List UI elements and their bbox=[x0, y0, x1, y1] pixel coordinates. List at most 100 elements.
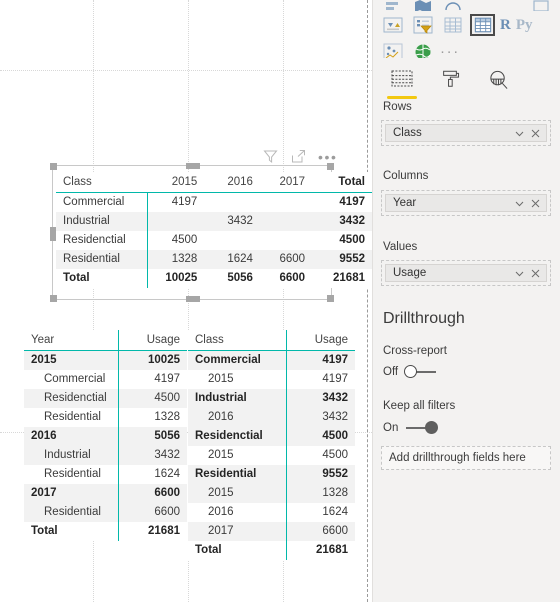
row-label[interactable]: Residential bbox=[24, 408, 119, 427]
row-label[interactable]: 2016 bbox=[24, 426, 119, 446]
row-label[interactable]: Commercial bbox=[188, 350, 287, 370]
row-label[interactable]: Industrial bbox=[188, 388, 287, 408]
column-header[interactable]: Class bbox=[188, 330, 287, 351]
kpi-visual-icon[interactable] bbox=[528, 0, 553, 11]
visualization-gallery[interactable]: R Py ··· bbox=[373, 0, 560, 58]
table-row[interactable]: Residenctial 4500 bbox=[188, 426, 355, 446]
table-visual-class-usage[interactable]: Class Usage Commercial 4197 2015 4197 Indust… bbox=[188, 330, 355, 560]
column-header[interactable]: 2016 bbox=[204, 172, 260, 193]
resize-handle-sw[interactable] bbox=[50, 295, 57, 302]
column-header[interactable]: Usage bbox=[286, 330, 355, 351]
column-header[interactable]: Year bbox=[24, 330, 119, 351]
resize-handle-n[interactable] bbox=[186, 163, 200, 169]
table-row[interactable]: 2016 5056 bbox=[24, 426, 187, 446]
key-influencers-visual-icon[interactable] bbox=[380, 41, 405, 58]
column-header[interactable]: Total bbox=[312, 172, 372, 193]
row-label[interactable]: Residenctial bbox=[24, 388, 119, 408]
column-header[interactable]: 2015 bbox=[147, 172, 205, 193]
table-row[interactable]: Residential 1328 1624 6600 9552 bbox=[56, 249, 372, 269]
row-label[interactable]: Residential bbox=[24, 465, 119, 484]
values-well-chip[interactable]: Usage bbox=[385, 264, 547, 282]
cross-report-toggle[interactable] bbox=[404, 365, 438, 379]
cross-report-toggle-row[interactable]: Off bbox=[383, 365, 438, 379]
table-row[interactable]: Industrial 3432 bbox=[188, 388, 355, 408]
chevron-down-icon[interactable] bbox=[513, 197, 526, 210]
resize-handle-se[interactable] bbox=[327, 295, 334, 302]
table-row[interactable]: Residenctial 4500 bbox=[24, 388, 187, 408]
format-tab[interactable] bbox=[431, 62, 469, 96]
table-row[interactable]: 2015 4197 bbox=[188, 369, 355, 389]
table-row[interactable]: Residential 9552 bbox=[188, 464, 355, 484]
table-row[interactable]: Commercial 4197 4197 bbox=[56, 192, 372, 212]
table-row[interactable]: Residential 1328 bbox=[24, 407, 187, 427]
row-label[interactable]: Residential bbox=[24, 502, 119, 522]
rows-well-chip[interactable]: Class bbox=[385, 124, 547, 142]
more-options-icon[interactable]: ••• bbox=[318, 150, 338, 164]
matrix-visual[interactable]: Class 2015 2016 2017 Total Commercial 41… bbox=[56, 172, 372, 288]
row-label[interactable]: 2015 bbox=[188, 370, 287, 389]
row-label[interactable]: 2017 bbox=[188, 521, 287, 541]
row-label[interactable]: Residential bbox=[188, 464, 287, 484]
analytics-tab[interactable] bbox=[479, 62, 517, 96]
columns-well-chip[interactable]: Year bbox=[385, 194, 547, 212]
resize-handle-ne[interactable] bbox=[327, 163, 334, 170]
row-label[interactable]: Commercial bbox=[56, 192, 149, 212]
gallery-row-clipped[interactable] bbox=[373, 0, 560, 11]
rows-well[interactable]: Class bbox=[381, 120, 551, 146]
row-label[interactable]: Commercial bbox=[24, 370, 119, 389]
gauge-visual-icon[interactable] bbox=[440, 0, 465, 11]
table-row[interactable]: Industrial 3432 bbox=[24, 445, 187, 465]
map-visual-icon[interactable] bbox=[410, 0, 435, 11]
python-visual-icon[interactable]: Py bbox=[516, 17, 533, 34]
keep-all-filters-toggle[interactable] bbox=[404, 421, 439, 435]
close-icon[interactable] bbox=[529, 127, 542, 140]
slicer-visual-icon[interactable] bbox=[410, 14, 435, 36]
row-label[interactable]: 2016 bbox=[188, 503, 287, 522]
drillthrough-drop-zone[interactable]: Add drillthrough fields here bbox=[381, 446, 551, 470]
arcgis-maps-visual-icon[interactable] bbox=[410, 41, 435, 58]
table-total-row[interactable]: Total 21681 bbox=[24, 521, 187, 541]
row-label[interactable]: 2015 bbox=[24, 350, 119, 370]
close-icon[interactable] bbox=[529, 267, 542, 280]
stacked-bar-visual-icon[interactable] bbox=[380, 0, 405, 11]
columns-well[interactable]: Year bbox=[381, 190, 551, 216]
column-header[interactable]: Class bbox=[56, 172, 148, 193]
table-row[interactable]: Industrial 3432 3432 bbox=[56, 211, 372, 231]
table-row[interactable]: 2015 1328 bbox=[188, 483, 355, 503]
row-label[interactable]: Industrial bbox=[56, 211, 149, 231]
row-label[interactable]: Industrial bbox=[24, 445, 119, 465]
column-header[interactable]: Usage bbox=[118, 330, 187, 351]
close-icon[interactable] bbox=[529, 197, 542, 210]
row-label[interactable]: Residential bbox=[56, 249, 149, 269]
report-canvas[interactable]: ••• Class 2015 2016 2017 Total Commercia… bbox=[0, 0, 372, 602]
table-row[interactable]: 2017 6600 bbox=[188, 521, 355, 541]
year-usage-table[interactable]: Year Usage 2015 10025 Commercial 4197 Reside… bbox=[24, 330, 187, 541]
matrix-table[interactable]: Class 2015 2016 2017 Total Commercial 41… bbox=[56, 172, 372, 288]
table-visual-icon[interactable] bbox=[440, 14, 465, 36]
focus-mode-icon[interactable] bbox=[290, 148, 307, 165]
chevron-down-icon[interactable] bbox=[513, 267, 526, 280]
gallery-row-1[interactable]: R Py bbox=[373, 14, 560, 36]
table-row[interactable]: 2017 6600 bbox=[24, 483, 187, 503]
chevron-down-icon[interactable] bbox=[513, 127, 526, 140]
values-well[interactable]: Usage bbox=[381, 260, 551, 286]
row-label[interactable]: Residenctial bbox=[188, 426, 287, 446]
table-total-row[interactable]: Total 10025 5056 6600 21681 bbox=[56, 268, 372, 288]
gallery-row-2[interactable]: ··· bbox=[373, 41, 560, 58]
visualizations-pane[interactable]: R Py ··· Rows Class Columns Year Values … bbox=[372, 0, 560, 602]
r-script-visual-icon[interactable]: R bbox=[500, 17, 511, 34]
matrix-visual-icon[interactable] bbox=[470, 14, 495, 36]
row-label[interactable]: 2017 bbox=[24, 483, 119, 503]
table-row[interactable]: Residential 6600 bbox=[24, 502, 187, 522]
filter-icon[interactable] bbox=[262, 148, 279, 165]
resize-handle-nw[interactable] bbox=[50, 163, 57, 170]
row-label[interactable]: 2015 bbox=[188, 446, 287, 465]
table-row[interactable]: Commercial 4197 bbox=[188, 350, 355, 370]
table-row[interactable]: 2015 10025 bbox=[24, 350, 187, 370]
keep-all-filters-toggle-row[interactable]: On bbox=[383, 421, 439, 435]
row-label[interactable]: Residenctial bbox=[56, 230, 149, 250]
table-row[interactable]: 2015 4500 bbox=[188, 445, 355, 465]
table-row[interactable]: Residenctial 4500 4500 bbox=[56, 230, 372, 250]
resize-handle-s[interactable] bbox=[186, 296, 200, 302]
table-row[interactable]: Commercial 4197 bbox=[24, 369, 187, 389]
